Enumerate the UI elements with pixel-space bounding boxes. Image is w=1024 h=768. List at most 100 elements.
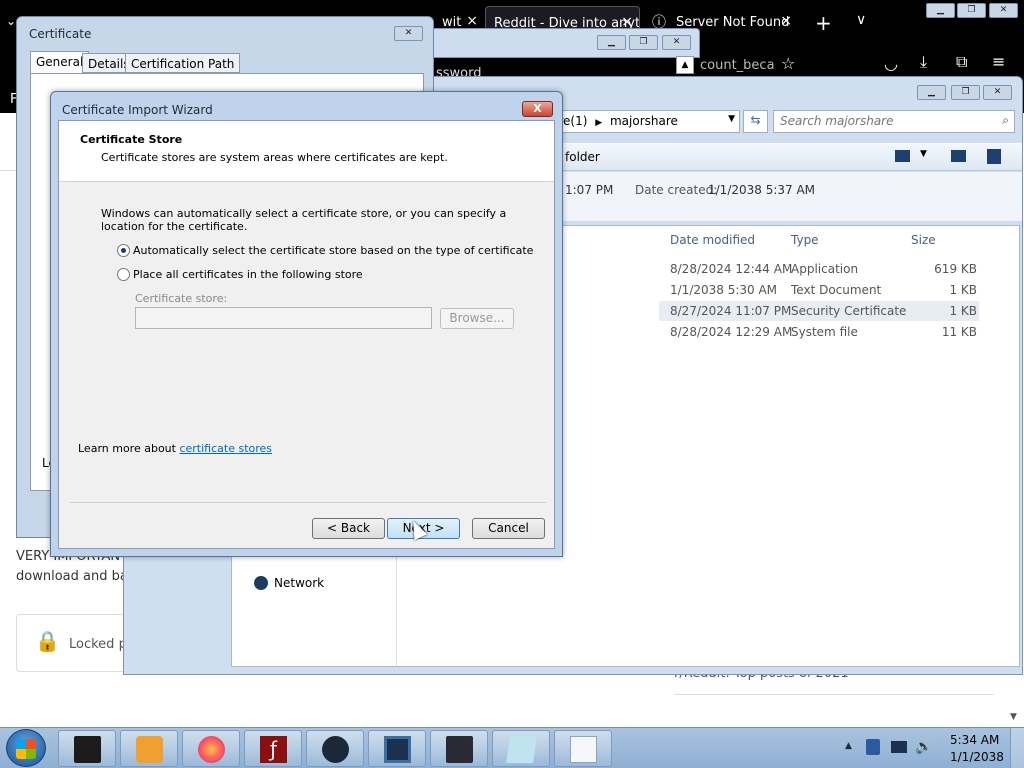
- star-icon[interactable]: ☆: [781, 54, 795, 73]
- file-type: System file: [791, 325, 858, 339]
- taskbar-document[interactable]: [554, 730, 612, 767]
- extensions-icon[interactable]: ⧉: [956, 52, 967, 72]
- refresh-icon[interactable]: ⇆: [743, 110, 768, 133]
- tab-certification-path[interactable]: Certification Path: [125, 53, 241, 73]
- minimize-button[interactable]: ▁: [597, 35, 626, 50]
- monitor-icon: [384, 736, 411, 763]
- path-current[interactable]: majorshare: [610, 114, 678, 128]
- file-size: 11 KB: [941, 325, 977, 339]
- file-size: 1 KB: [949, 283, 977, 297]
- search-icon: ⌕: [1002, 113, 1009, 127]
- file-type: Application: [791, 262, 859, 276]
- file-row-selected[interactable]: 8/27/2024 11:07 PM Security Certificate …: [659, 301, 979, 321]
- chevron-down-icon[interactable]: ▼: [728, 114, 735, 124]
- store-input[interactable]: [135, 307, 432, 329]
- chevron-right-icon: ▶: [595, 118, 603, 128]
- lock-icon: 🔒: [35, 629, 60, 653]
- view-icon[interactable]: [895, 150, 910, 162]
- document-icon: [570, 736, 597, 763]
- back-button[interactable]: < Back: [312, 518, 385, 539]
- close-button[interactable]: ✕: [662, 35, 691, 50]
- minimize-button[interactable]: ▁: [917, 85, 946, 100]
- browse-button[interactable]: Browse...: [440, 308, 514, 329]
- download-text: download and ba: [16, 569, 128, 584]
- column-header-size[interactable]: Size: [911, 233, 936, 247]
- detail-created-value: 1/1/2038 5:37 AM: [708, 183, 816, 197]
- windows-logo-icon: [16, 739, 36, 759]
- firefox-icon: [198, 736, 225, 763]
- media-player-icon: [136, 736, 163, 763]
- file-row[interactable]: 8/28/2024 12:44 AM Application 619 KB: [659, 259, 979, 279]
- menu-icon[interactable]: ≡: [992, 52, 1005, 71]
- file-type: Text Document: [791, 283, 882, 297]
- tray-expand-icon[interactable]: ▲: [845, 741, 852, 751]
- manual-store-radio[interactable]: [117, 268, 130, 281]
- restore-button[interactable]: ❐: [957, 3, 986, 18]
- show-desktop-button[interactable]: [1010, 728, 1024, 768]
- close-button[interactable]: ✕: [989, 3, 1018, 18]
- file-date: 8/28/2024 12:44 AM: [670, 262, 793, 276]
- file-date: 1/1/2038 5:30 AM: [670, 283, 778, 297]
- locked-text: Locked p: [69, 637, 127, 652]
- new-folder-button[interactable]: folder: [565, 150, 600, 164]
- taskbar-flash[interactable]: ƒ: [244, 730, 302, 767]
- tray-app-icon[interactable]: [866, 739, 880, 755]
- intro-text: Windows can automatically select a certi…: [101, 207, 507, 233]
- close-icon[interactable]: ×: [780, 13, 792, 29]
- file-row[interactable]: 8/28/2024 12:29 AM System file 11 KB: [659, 322, 979, 342]
- tab-general[interactable]: General: [30, 51, 90, 74]
- chevron-down-icon[interactable]: ∨: [856, 12, 866, 28]
- certificate-stores-link[interactable]: certificate stores: [179, 442, 272, 455]
- address-bar[interactable]: are(1) ▶ majorshare ▼: [544, 110, 740, 133]
- app-icon: [446, 736, 473, 763]
- taskbar-explorer[interactable]: [58, 730, 116, 767]
- restore-button[interactable]: ❐: [629, 35, 658, 50]
- close-button[interactable]: ✕: [394, 26, 423, 41]
- file-date: 8/27/2024 11:07 PM: [670, 304, 792, 318]
- taskbar-media-player[interactable]: [120, 730, 178, 767]
- file-row[interactable]: 1/1/2038 5:30 AM Text Document 1 KB: [659, 280, 979, 300]
- new-tab-button[interactable]: +: [815, 11, 832, 35]
- taskbar-remote-desktop[interactable]: [368, 730, 426, 767]
- scroll-down-icon[interactable]: ▼: [1010, 712, 1017, 722]
- column-header-type[interactable]: Type: [791, 233, 819, 247]
- column-header-date[interactable]: Date modified: [670, 233, 755, 247]
- restore-button[interactable]: ❐: [951, 85, 980, 100]
- preview-pane-icon[interactable]: [951, 150, 966, 162]
- wizard-title: Certificate Import Wizard: [62, 103, 213, 117]
- volume-icon[interactable]: 🔊: [915, 739, 932, 755]
- header-subtitle: Certificate stores are system areas wher…: [101, 151, 448, 164]
- download-icon[interactable]: ⤓: [920, 52, 927, 72]
- chevron-down-icon[interactable]: ▼: [920, 149, 927, 159]
- chevron-down-icon[interactable]: ⌄: [6, 14, 16, 28]
- network-tray-icon[interactable]: [891, 741, 907, 753]
- pocket-icon[interactable]: ◡: [884, 54, 898, 73]
- taskbar-firefox[interactable]: [182, 730, 240, 767]
- wizard-body: Certificate Store Certificate stores are…: [58, 120, 555, 549]
- auto-store-label[interactable]: Automatically select the certificate sto…: [133, 244, 533, 257]
- cancel-button[interactable]: Cancel: [472, 518, 545, 539]
- help-icon[interactable]: [987, 149, 1001, 164]
- close-button[interactable]: ✕: [983, 85, 1012, 100]
- divider: [70, 502, 546, 503]
- learn-more-prefix: Learn more about: [78, 442, 180, 455]
- file-size: 1 KB: [949, 304, 977, 318]
- search-input[interactable]: Search majorshare ⌕: [773, 110, 1015, 133]
- scroll-up-icon[interactable]: ▲: [676, 56, 694, 74]
- taskbar-notepad[interactable]: [492, 730, 550, 767]
- auto-store-radio[interactable]: [117, 244, 130, 257]
- manual-store-label[interactable]: Place all certificates in the following …: [133, 268, 363, 281]
- close-button[interactable]: X: [522, 101, 553, 117]
- nav-network[interactable]: Network: [274, 576, 324, 590]
- steam-icon: [322, 736, 349, 763]
- start-button[interactable]: [6, 729, 46, 767]
- clock-time[interactable]: 5:34 AM: [950, 733, 999, 747]
- wizard-header: Certificate Store Certificate stores are…: [59, 121, 554, 182]
- divider: [70, 181, 546, 182]
- detail-modified: 1:07 PM: [565, 183, 614, 197]
- clock-date[interactable]: 1/1/2038: [950, 750, 1004, 764]
- taskbar-steam[interactable]: [306, 730, 364, 767]
- close-icon[interactable]: ×: [466, 13, 478, 29]
- taskbar-app[interactable]: [430, 730, 488, 767]
- minimize-button[interactable]: ▁: [926, 3, 955, 18]
